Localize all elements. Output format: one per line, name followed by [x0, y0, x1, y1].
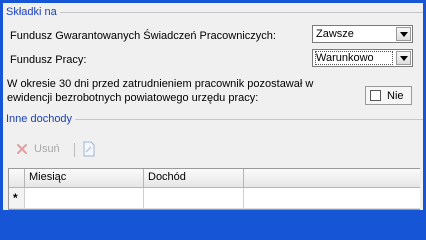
grid-header-corner	[9, 169, 25, 187]
fgsp-select[interactable]: Zawsze	[312, 25, 413, 43]
cell-dochod[interactable]	[144, 188, 244, 208]
row-header[interactable]: *	[9, 188, 25, 208]
document-icon	[83, 141, 95, 157]
toolbar: Usuń	[3, 136, 423, 160]
fgsp-select-value: Zawsze	[316, 28, 354, 40]
delete-button-label: Usuń	[34, 143, 60, 155]
fp-select[interactable]: Warunkowo	[312, 49, 413, 67]
grid-header: Miesiąc Dochód	[9, 169, 420, 188]
fgsp-label: Fundusz Gwarantowanych Świadczeń Pracown…	[10, 30, 276, 42]
edit-button[interactable]	[79, 140, 99, 158]
section-title-inne: Inne dochody	[6, 113, 76, 126]
x-icon	[17, 144, 27, 154]
cell-miesiac[interactable]	[25, 188, 144, 208]
section-divider	[70, 119, 423, 120]
window-frame: Składki na Fundusz Gwarantowanych Świadc…	[3, 3, 423, 210]
unemployed-checkbox-label: Nie	[387, 90, 404, 102]
section-title-skladki: Składki na	[6, 6, 60, 19]
unemployed-checkbox-button[interactable]: Nie	[365, 86, 412, 105]
unemployed-label-line1: W okresie 30 dni przed zatrudnieniem pra…	[7, 78, 314, 90]
chevron-down-icon[interactable]	[396, 27, 411, 41]
column-header-dochod[interactable]: Dochód	[144, 169, 244, 187]
new-row-marker: *	[13, 191, 18, 205]
chevron-down-icon[interactable]	[396, 51, 411, 65]
section-divider	[59, 12, 423, 13]
fp-label: Fundusz Pracy:	[10, 54, 87, 66]
fp-select-value: Warunkowo	[316, 52, 374, 64]
toolbar-separator	[74, 143, 75, 157]
checkbox[interactable]	[370, 90, 381, 101]
income-grid[interactable]: Miesiąc Dochód *	[8, 168, 420, 210]
delete-button[interactable]: Usuń	[12, 140, 70, 158]
column-header-miesiac[interactable]: Miesiąc	[25, 169, 144, 187]
unemployed-label-line2: ewidencji bezrobotnych powiatowego urzęd…	[7, 92, 259, 104]
table-row-new[interactable]: *	[9, 188, 420, 209]
